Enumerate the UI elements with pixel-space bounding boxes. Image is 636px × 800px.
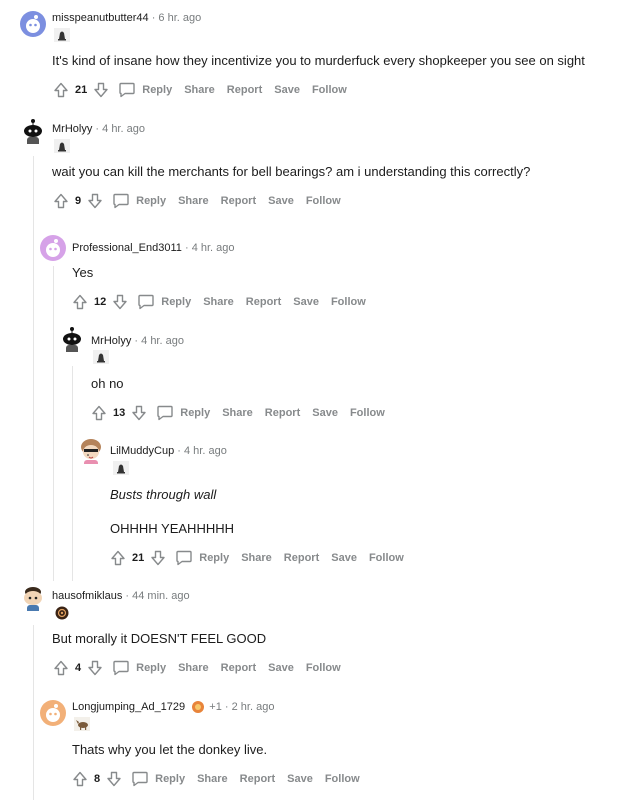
timestamp[interactable]: 2 hr. ago <box>232 701 275 713</box>
follow-button[interactable]: Follow <box>325 773 360 785</box>
author-link[interactable]: Longjumping_Ad_1729 <box>72 701 185 713</box>
vote-score: 8 <box>94 773 101 785</box>
save-button[interactable]: Save <box>287 773 313 785</box>
share-button[interactable]: Share <box>197 773 228 785</box>
comment-meta: Longjumping_Ad_1729 +1 · 2 hr. ago <box>72 700 274 714</box>
comment-body: Thats why you let the donkey live. <box>72 742 268 757</box>
award-icon[interactable] <box>190 700 206 714</box>
reply-button[interactable]: Reply <box>131 770 185 788</box>
comment: Longjumping_Ad_1729 +1 · 2 hr. ago Thats… <box>0 0 636 800</box>
downvote-icon[interactable] <box>105 770 123 788</box>
comment-bubble-icon <box>132 771 148 787</box>
reply-label[interactable]: Reply <box>155 773 185 785</box>
report-button[interactable]: Report <box>240 773 275 785</box>
avatar[interactable] <box>40 700 66 726</box>
donkey-icon <box>74 717 90 731</box>
separator: · <box>224 701 229 713</box>
upvote-icon[interactable] <box>71 770 89 788</box>
comment-actions: 8 Reply Share Report Save Follow <box>71 769 360 789</box>
award-count: +1 <box>209 701 222 713</box>
